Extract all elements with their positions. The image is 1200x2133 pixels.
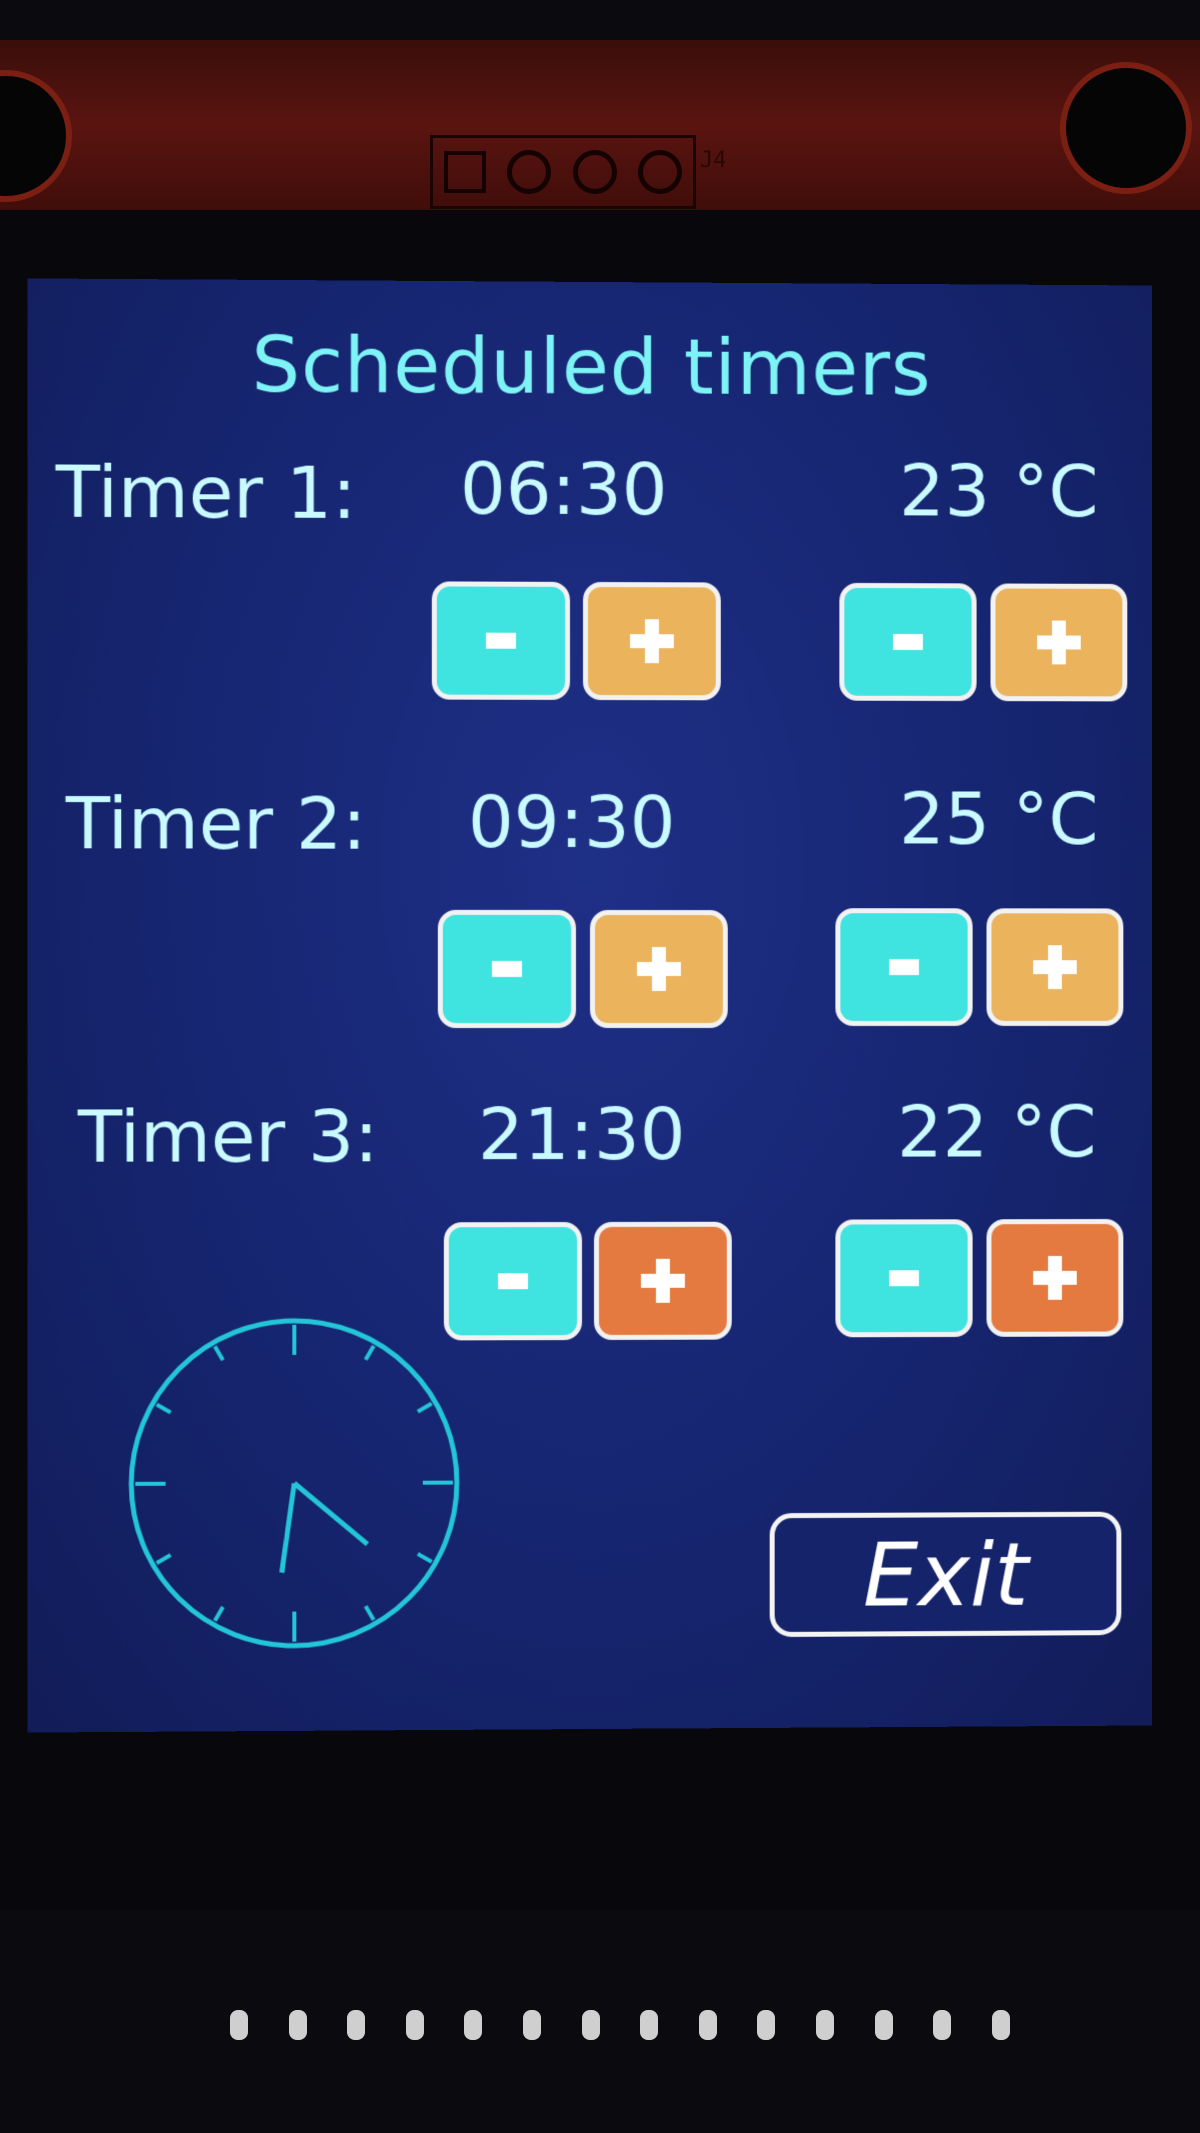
clock-tick (418, 1554, 432, 1562)
pin (816, 2010, 835, 2040)
pin (405, 2010, 424, 2040)
tft-screen: Scheduled timers Timer 1: 06:30 23 °C Ti… (27, 278, 1153, 1733)
timer-3-temp-minus-button[interactable] (835, 1219, 973, 1338)
mounting-hole (0, 70, 72, 202)
clock-tick (366, 1346, 374, 1360)
timer-2-time-plus-button[interactable] (590, 909, 728, 1029)
pin-square (443, 151, 486, 193)
plus-icon (1033, 1256, 1077, 1300)
timer-1-temp-plus-button[interactable] (990, 583, 1128, 702)
minus-icon (491, 960, 522, 977)
pin (347, 2010, 366, 2040)
mounting-hole (1060, 62, 1192, 194)
timer-3-temp-plus-button[interactable] (986, 1219, 1124, 1337)
clock-tick (157, 1555, 171, 1563)
plus-icon (641, 1259, 685, 1303)
timer-1-label: Timer 1: (55, 449, 357, 536)
timer-2-temp: 25 °C (899, 776, 1099, 861)
exit-button[interactable]: Exit (769, 1511, 1122, 1638)
timer-1-temp: 23 °C (899, 448, 1099, 534)
pin (464, 2010, 483, 2040)
pin (640, 2010, 659, 2040)
clock-minute-hand (282, 1483, 295, 1572)
minus-icon (893, 633, 923, 651)
timer-2-temp-plus-button[interactable] (986, 908, 1124, 1026)
bottom-pin-header (230, 2010, 1010, 2050)
timer-1-time-minus-button[interactable] (431, 581, 571, 700)
pin (698, 2010, 717, 2040)
pin (991, 2010, 1010, 2040)
timer-2-label: Timer 2: (65, 780, 367, 866)
plus-icon (1033, 945, 1077, 989)
timer-2-temp-minus-button[interactable] (835, 908, 973, 1026)
analog-clock-icon (123, 1312, 465, 1654)
plus-icon (637, 947, 681, 991)
plus-icon (630, 619, 674, 663)
pin (874, 2010, 893, 2040)
timer-1-temp-minus-button[interactable] (839, 582, 977, 702)
minus-icon (485, 632, 516, 649)
silkscreen-label: J4 (700, 148, 727, 173)
clock-tick (418, 1404, 432, 1412)
timer-2-time-minus-button[interactable] (437, 909, 577, 1029)
timer-3-label: Timer 3: (77, 1094, 379, 1179)
plus-icon (1037, 620, 1081, 664)
pin (230, 2010, 248, 2040)
pin (288, 2010, 307, 2040)
minus-icon (889, 959, 919, 976)
timer-1-time: 06:30 (459, 446, 668, 532)
clock-tick (157, 1404, 171, 1412)
pin-round (572, 150, 617, 194)
pin (581, 2010, 600, 2040)
minus-icon (889, 1270, 919, 1287)
pin-round (638, 150, 683, 194)
timer-1-time-plus-button[interactable] (583, 581, 721, 701)
pin-round (507, 150, 552, 194)
clock-tick (366, 1606, 374, 1620)
pin (523, 2010, 542, 2040)
timer-3-time-plus-button[interactable] (593, 1221, 732, 1340)
pin (757, 2010, 776, 2040)
timer-2-time: 09:30 (467, 779, 676, 865)
clock-hour-hand (294, 1483, 367, 1545)
minus-icon (497, 1273, 528, 1290)
pcb-header: J4 (0, 40, 1200, 230)
timer-3-temp: 22 °C (897, 1089, 1097, 1174)
pin (933, 2010, 952, 2040)
timer-3-time: 21:30 (477, 1091, 686, 1177)
page-title: Scheduled timers (251, 319, 932, 413)
pin-header (430, 135, 696, 209)
clock-tick (215, 1607, 223, 1621)
clock-tick (215, 1346, 223, 1360)
